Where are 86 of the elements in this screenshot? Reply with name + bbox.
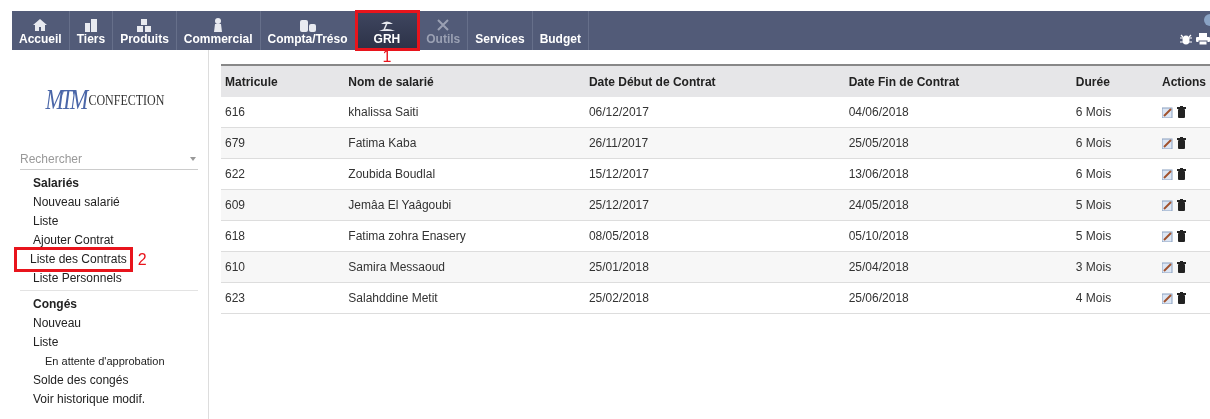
sidebar-link[interactable]: Nouveau salarié: [20, 193, 120, 212]
bug-icon[interactable]: [1180, 33, 1192, 45]
sidebar-link[interactable]: Liste Personnels: [20, 269, 122, 288]
table-cell: 05/10/2018: [844, 220, 1072, 252]
sidebar-link[interactable]: Liste: [20, 333, 59, 352]
trash-icon[interactable]: [1177, 106, 1186, 118]
table-cell: 6 Mois: [1071, 158, 1158, 190]
person-icon: [214, 18, 223, 32]
caret-icon: [190, 157, 196, 161]
building-icon: [83, 19, 98, 32]
sidebar-link[interactable]: Voir historique modif.: [20, 390, 146, 409]
trash-icon[interactable]: [1177, 199, 1186, 211]
logo-text: CONFECTION: [88, 90, 165, 110]
table-cell: 06/12/2017: [584, 97, 845, 128]
edit-icon[interactable]: [1162, 261, 1173, 273]
boxes-icon: [137, 19, 152, 32]
table-cell: 5 Mois: [1071, 220, 1158, 252]
column-header: Date Début de Contrat: [584, 65, 845, 97]
table-cell: 5 Mois: [1071, 189, 1158, 221]
trash-icon[interactable]: [1177, 168, 1186, 180]
section-title: Congés: [32, 296, 78, 313]
table-cell: 4 Mois: [1071, 282, 1158, 314]
sidebar-link[interactable]: Nouveau: [20, 314, 82, 333]
table-cell: 15/12/2017: [584, 158, 845, 190]
table-cell: 25/05/2018: [844, 127, 1072, 159]
table-cell: 609: [221, 189, 345, 221]
table-cell: 3 Mois: [1071, 251, 1158, 283]
coins-icon: [299, 20, 316, 32]
annotation-number: 2: [137, 250, 147, 269]
table-cell: 13/06/2018: [844, 158, 1072, 190]
edit-icon[interactable]: [1162, 168, 1173, 180]
column-header: Actions: [1158, 65, 1210, 97]
trash-icon[interactable]: [1177, 230, 1186, 242]
table-cell: 616: [221, 97, 345, 128]
edit-icon[interactable]: [1162, 230, 1173, 242]
umbrella-icon: [377, 19, 396, 32]
nav-tab[interactable]: Budget: [532, 11, 589, 50]
table-cell: 610: [221, 251, 345, 283]
trash-icon[interactable]: [1177, 292, 1186, 304]
nav-tab[interactable]: Services: [468, 11, 533, 50]
edit-icon[interactable]: [1162, 106, 1173, 118]
column-header: Matricule: [221, 65, 345, 97]
table-cell: 622: [221, 158, 345, 190]
avatar-icon[interactable]: [1203, 14, 1210, 26]
house-icon: [32, 18, 49, 32]
nav-tab[interactable]: Produits: [113, 11, 177, 50]
table-cell: 25/02/2018: [584, 282, 845, 314]
trash-icon[interactable]: [1177, 261, 1186, 273]
logo-mark: MTM: [45, 83, 86, 117]
table-cell: 25/06/2018: [844, 282, 1072, 314]
table-cell: 6 Mois: [1071, 97, 1158, 128]
table-cell: 679: [221, 127, 345, 159]
edit-icon[interactable]: [1162, 292, 1173, 304]
table-cell: khalissa Saiti: [344, 97, 585, 128]
table-cell: 25/12/2017: [584, 189, 845, 221]
table-cell: Fatima Kaba: [344, 127, 585, 159]
edit-icon[interactable]: [1162, 199, 1173, 211]
table-cell: 26/11/2017: [584, 127, 845, 159]
table-cell: 24/05/2018: [844, 189, 1072, 221]
table-cell: 6 Mois: [1071, 127, 1158, 159]
table-cell: Salahddine Metit: [344, 282, 585, 314]
table-cell: Zoubida Boudlal: [344, 158, 585, 190]
edit-icon[interactable]: [1162, 137, 1173, 149]
trash-icon[interactable]: [1177, 137, 1186, 149]
table-cell: Fatima zohra Enasery: [344, 220, 585, 252]
table-cell: Jemâa El Yaâgoubi: [344, 189, 585, 221]
sidebar-link[interactable]: Liste: [20, 212, 59, 231]
section-title: Salariés: [32, 175, 81, 192]
table-cell: 25/04/2018: [844, 251, 1072, 283]
table-cell: 04/06/2018: [844, 97, 1072, 128]
sidebar-link[interactable]: Solde des congés: [20, 371, 129, 390]
column-header: Nom de salarié: [344, 65, 585, 97]
table-cell: 623: [221, 282, 345, 314]
nav-tab[interactable]: Accueil: [12, 11, 70, 50]
sidebar-link[interactable]: En attente d'approbation: [20, 352, 165, 371]
printer-icon[interactable]: [1196, 33, 1210, 45]
nav-tab[interactable]: Commercial: [176, 11, 261, 50]
table-cell: 618: [221, 220, 345, 252]
table-cell: 25/01/2018: [584, 251, 845, 283]
sidebar-link[interactable]: Ajouter Contrat: [20, 231, 114, 250]
table-cell: Samira Messaoud: [344, 251, 585, 283]
column-header: Durée: [1071, 65, 1158, 97]
sidebar-link[interactable]: Liste des Contrats: [20, 250, 127, 269]
nav-tab[interactable]: Tiers: [69, 11, 114, 50]
table-cell: 08/05/2018: [584, 220, 845, 252]
column-header: Date Fin de Contrat: [844, 65, 1072, 97]
